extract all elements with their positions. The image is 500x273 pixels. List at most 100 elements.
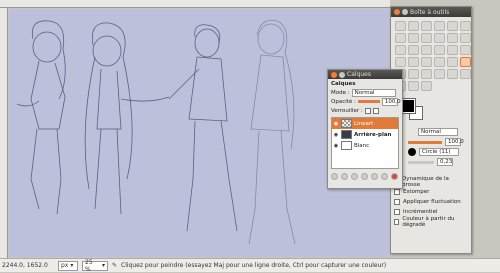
brush-preview-icon[interactable] — [408, 148, 416, 156]
minimize-icon[interactable] — [402, 9, 408, 15]
foreground-select-tool-icon[interactable] — [395, 33, 406, 43]
layer-item-lineart[interactable]: ◉ Lineart — [332, 118, 398, 129]
layers-title: Calques — [347, 71, 371, 78]
lock-pixels-checkbox[interactable] — [364, 107, 371, 114]
option-label: Appliquer fluctuation — [403, 199, 461, 205]
eye-icon[interactable]: ◉ — [333, 132, 339, 138]
flip-tool-icon[interactable] — [395, 57, 406, 67]
blend-tool-icon[interactable] — [447, 57, 458, 67]
lock-alpha-checkbox[interactable] — [372, 107, 379, 114]
zoom-select[interactable]: 25 % ▾ — [82, 258, 108, 273]
close-icon[interactable] — [394, 9, 400, 15]
eye-icon[interactable]: ◉ — [333, 143, 339, 149]
delete-layer-icon[interactable] — [391, 173, 398, 180]
tool-options-panel: Normal 100,0 Circle (11) 0,23 Dynamique … — [391, 127, 471, 228]
heal-tool-icon[interactable] — [460, 69, 471, 79]
duplicate-layer-icon[interactable] — [361, 173, 368, 180]
option-checkbox[interactable] — [394, 199, 400, 205]
layer-thumbnail — [341, 130, 352, 139]
mask-layer-icon[interactable] — [381, 173, 388, 180]
size-slider[interactable] — [408, 160, 434, 164]
unit-select[interactable]: px ▾ — [58, 260, 78, 271]
shear-tool-icon[interactable] — [447, 45, 458, 55]
clone-tool-icon[interactable] — [447, 69, 458, 79]
layers-dialog: Calques Calques Mode : Normal Opacité : … — [327, 69, 403, 189]
ellipse-select-tool-icon[interactable] — [408, 21, 419, 31]
pencil-status-icon: ✎ — [112, 262, 118, 269]
eye-icon[interactable]: ◉ — [333, 121, 339, 127]
opacity-label: Opacité : — [331, 98, 356, 105]
scissors-tool-icon[interactable] — [460, 21, 471, 31]
paint-mode-select[interactable]: Normal — [418, 128, 458, 136]
anchor-layer-icon[interactable] — [371, 173, 378, 180]
fuzzy-select-tool-icon[interactable] — [434, 21, 445, 31]
unit-value: px — [61, 262, 69, 269]
perspective-tool-icon[interactable] — [460, 45, 471, 55]
option-checkbox[interactable] — [394, 209, 400, 215]
lower-layer-icon[interactable] — [351, 173, 358, 180]
pointer-coordinates: 2244.0, 1652.0 — [2, 262, 48, 269]
cage-tool-icon[interactable] — [408, 57, 419, 67]
color-picker-tool-icon[interactable] — [421, 33, 432, 43]
color-swatches — [395, 97, 467, 127]
zoom-tool-icon[interactable] — [434, 33, 445, 43]
dodge-burn-tool-icon[interactable] — [421, 81, 432, 91]
dynamics-label: Dynamique de la brosse — [402, 176, 449, 188]
layer-buttons — [328, 171, 402, 182]
horizontal-ruler — [0, 0, 390, 8]
layer-name: Arrière-plan — [354, 131, 392, 138]
pencil-tool-icon[interactable] — [460, 57, 471, 67]
option-checkbox[interactable] — [394, 189, 400, 195]
align-tool-icon[interactable] — [395, 45, 406, 55]
raise-layer-icon[interactable] — [341, 173, 348, 180]
paths-tool-icon[interactable] — [408, 33, 419, 43]
zoom-value: 25 % — [85, 258, 93, 273]
free-select-tool-icon[interactable] — [421, 21, 432, 31]
measure-tool-icon[interactable] — [447, 33, 458, 43]
minimize-icon[interactable] — [339, 71, 345, 78]
option-checkbox[interactable] — [394, 219, 400, 225]
opacity-value[interactable]: 100,0 — [445, 138, 464, 146]
chevron-down-icon: ▾ — [70, 262, 74, 269]
layers-titlebar: Calques — [328, 70, 402, 79]
eraser-tool-icon[interactable] — [408, 69, 419, 79]
rect-select-tool-icon[interactable] — [395, 21, 406, 31]
airbrush-tool-icon[interactable] — [421, 69, 432, 79]
status-message: Cliquez pour peindre (essayez Maj pour u… — [121, 262, 387, 269]
layer-opacity-slider[interactable] — [357, 100, 380, 103]
move-tool-icon[interactable] — [460, 33, 471, 43]
crop-tool-icon[interactable] — [408, 45, 419, 55]
rotate-tool-icon[interactable] — [421, 45, 432, 55]
bucket-fill-tool-icon[interactable] — [434, 57, 445, 67]
layer-list: ◉ Lineart ◉ Arrière-plan ◉ Blanc — [331, 117, 399, 169]
layer-item-background[interactable]: ◉ Arrière-plan — [332, 129, 398, 140]
layers-section-title: Calques — [331, 80, 356, 87]
foreground-color-swatch[interactable] — [400, 98, 416, 114]
layer-mode-select[interactable]: Normal — [351, 88, 396, 97]
ink-tool-icon[interactable] — [434, 69, 445, 79]
layer-item-white[interactable]: ◉ Blanc — [332, 140, 398, 151]
toolbox-title: Boîte à outils — [410, 8, 450, 16]
toolbox-titlebar: Boîte à outils — [391, 7, 471, 17]
text-tool-icon[interactable] — [421, 57, 432, 67]
status-bar: 2244.0, 1652.0 px ▾ 25 % ▾ ✎ Cliquez pou… — [0, 258, 500, 273]
close-icon[interactable] — [331, 71, 337, 78]
mode-label: Mode : — [331, 89, 350, 96]
option-label: Couleur à partir du dégradé — [402, 216, 455, 228]
tool-grid — [391, 17, 471, 95]
size-value[interactable]: 0,23 — [437, 158, 453, 166]
new-layer-icon[interactable] — [331, 173, 338, 180]
scale-tool-icon[interactable] — [434, 45, 445, 55]
color-select-tool-icon[interactable] — [447, 21, 458, 31]
lock-label: Verrouiller : — [331, 107, 363, 114]
chevron-down-icon: ▾ — [101, 262, 105, 269]
layer-opacity-value[interactable]: 100,0 — [381, 97, 401, 106]
opacity-slider[interactable] — [408, 140, 442, 144]
vertical-ruler — [0, 8, 8, 258]
option-label: Estomper — [403, 189, 430, 195]
layer-thumbnail — [341, 119, 352, 128]
layer-name: Blanc — [354, 142, 370, 149]
blur-tool-icon[interactable] — [408, 81, 419, 91]
brush-select[interactable]: Circle (11) — [419, 148, 459, 156]
layer-name: Lineart — [354, 120, 374, 127]
